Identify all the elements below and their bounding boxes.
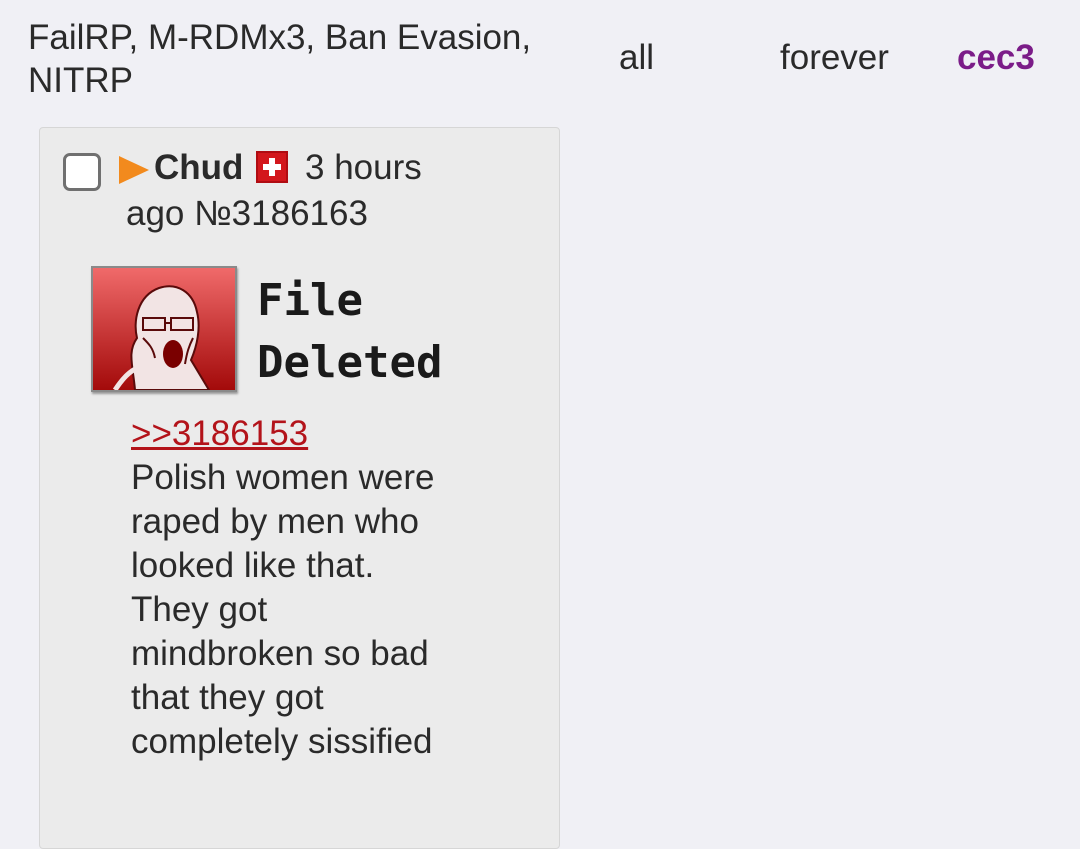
post-body: >>3186153 Polish women were raped by men… xyxy=(131,412,441,764)
wojak-face-icon xyxy=(93,268,235,390)
moderator-link[interactable]: cec3 xyxy=(957,38,1035,78)
post-number-link[interactable]: №3186163 xyxy=(194,194,368,233)
expand-arrow-icon[interactable] xyxy=(117,153,151,187)
ban-duration: forever xyxy=(780,38,889,77)
post-text: Polish women were raped by men who looke… xyxy=(131,458,435,761)
file-deleted-label: File Deleted xyxy=(257,275,443,388)
poster-name: Chud xyxy=(154,148,244,187)
ban-reason: FailRP, M-RDMx3, Ban Evasion, NITRP xyxy=(28,18,532,100)
ban-entry-row: FailRP, M-RDMx3, Ban Evasion, NITRP all … xyxy=(0,0,1080,110)
deleted-file-thumbnail[interactable] xyxy=(91,266,237,392)
post-time-suffix: ago xyxy=(126,194,185,233)
post-container: Chud 3 hours ago №3186163 File Deleted >… xyxy=(39,127,560,849)
post-select-checkbox[interactable] xyxy=(63,153,101,191)
quote-link[interactable]: >>3186153 xyxy=(131,412,441,456)
ban-scope: all xyxy=(619,38,655,77)
swiss-flag-icon xyxy=(256,151,288,183)
post-time-continued: ago №3186163 xyxy=(126,194,368,234)
post-time: 3 hours xyxy=(305,148,422,187)
